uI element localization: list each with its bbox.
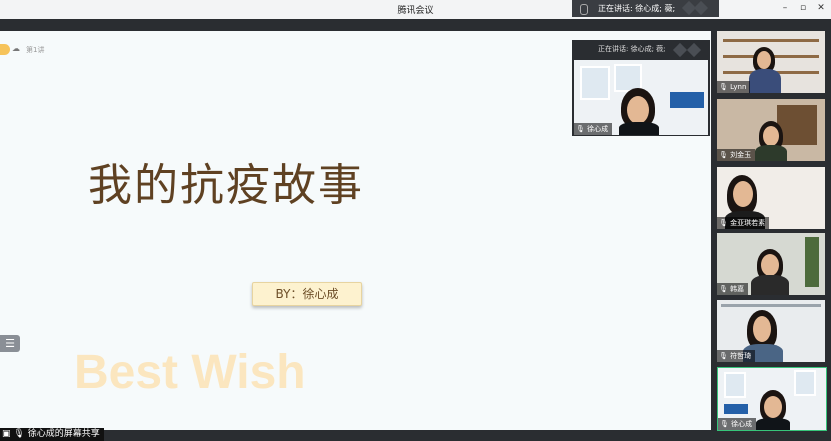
decor-diamond-icon — [672, 42, 688, 58]
video-tile-main[interactable]: 🎙 徐心成 — [574, 60, 708, 135]
participant-name: 刘金玉 — [730, 151, 752, 159]
maximize-icon[interactable]: ▫ — [796, 3, 810, 13]
slide-tag: ☁ 第1讲 — [0, 44, 52, 55]
video-tile-xuxincheng[interactable]: 🎙 徐心成 — [717, 367, 827, 431]
participant-label: 🎙 Lynn — [717, 81, 751, 93]
participant-name: 金亚琪若素 — [730, 219, 766, 227]
watermark-text: Best Wish — [74, 346, 306, 399]
screen-share-text: 徐心成的屏幕共享 — [27, 429, 100, 439]
mic-icon: 🎙 — [576, 125, 585, 133]
close-icon[interactable]: ✕ — [814, 3, 828, 13]
participant-panel: 🎙 Lynn 🎙 刘金玉 🎙 金亚琪若素 🎙 韩嘉 🎙 符哲琦 🎙 徐心成 — [711, 19, 831, 441]
video-tile-lynn[interactable]: 🎙 Lynn — [717, 31, 825, 93]
screen-share-icon: ▣ — [2, 429, 11, 439]
minimize-icon[interactable]: – — [778, 3, 792, 13]
participant-label: 🎙 符哲琦 — [717, 350, 756, 362]
video-tile-fuzheqi[interactable]: 🎙 符哲琦 — [717, 300, 825, 362]
bottom-bar — [0, 430, 711, 441]
tag-badge — [0, 44, 10, 55]
mic-icon: 🎙 — [719, 285, 728, 293]
video-tile-jinyaqi[interactable]: 🎙 金亚琪若素 — [717, 167, 825, 229]
decor-diamond-icon — [686, 42, 702, 58]
screen-share-label: ▣ 🎙 徐心成的屏幕共享 — [0, 428, 104, 441]
participant-name: 韩嘉 — [730, 285, 745, 293]
speaking-text: 正在讲话: 徐心成; 薇; — [598, 4, 676, 13]
author-box: BY：徐心成 — [252, 282, 362, 306]
participant-name: Lynn — [730, 83, 747, 91]
participant-label: 🎙 金亚琪若素 — [717, 217, 770, 229]
participant-name: 徐心成 — [587, 125, 609, 133]
mic-icon: 🎙 — [719, 83, 728, 91]
toolbar-strip — [0, 19, 715, 31]
cloud-icon: ☁ — [12, 44, 20, 53]
speaking-panel-text: 正在讲话: 徐心成; 薇; — [598, 45, 666, 53]
participant-name: 徐心成 — [731, 420, 753, 428]
participant-label: 🎙 韩嘉 — [717, 283, 749, 295]
decor-diamond-icon — [693, 0, 709, 16]
slide-title: 我的抗疫故事 — [88, 160, 364, 211]
participant-label: 🎙 徐心成 — [574, 123, 613, 135]
mic-icon: 🎙 — [719, 151, 728, 159]
participant-label: 🎙 刘金玉 — [717, 149, 756, 161]
slide-tag-label: 第1讲 — [26, 46, 45, 54]
video-tile-liujinyu[interactable]: 🎙 刘金玉 — [717, 99, 825, 161]
mic-icon: 🎙 — [719, 219, 728, 227]
mic-icon: 🎙 — [13, 429, 25, 439]
mic-icon: 🎙 — [720, 420, 729, 428]
participant-label: 🎙 徐心成 — [718, 418, 757, 430]
speaking-indicator: 正在讲话: 徐心成; 薇; — [572, 0, 719, 17]
mic-icon: 🎙 — [719, 352, 728, 360]
list-icon[interactable]: ☰ — [0, 335, 20, 352]
active-speaker-panel[interactable]: 正在讲话: 徐心成; 薇; 🎙 徐心成 — [572, 40, 710, 136]
mic-icon — [580, 4, 588, 15]
participant-name: 符哲琦 — [730, 352, 752, 360]
video-tile-hanjia[interactable]: 🎙 韩嘉 — [717, 233, 825, 295]
